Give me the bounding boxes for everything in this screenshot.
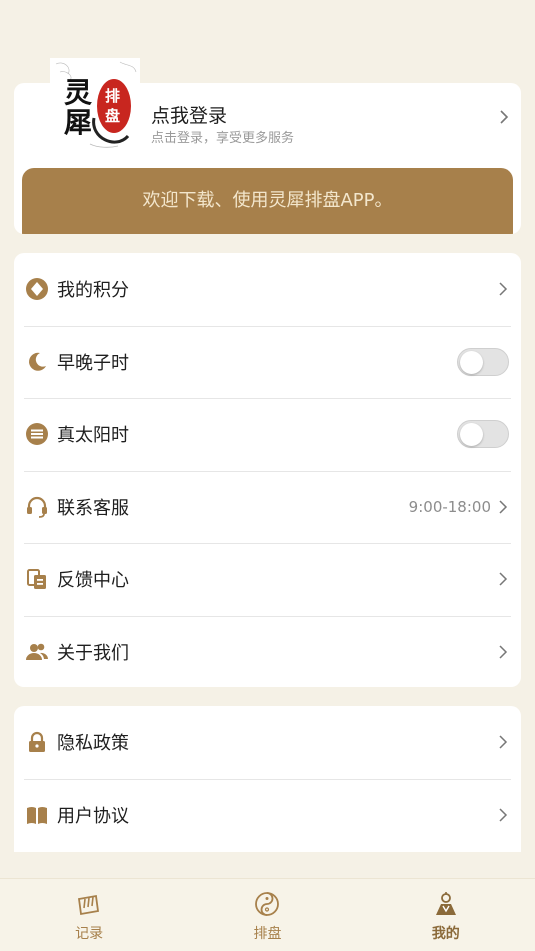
menu-item-early-late-zi: 早晚子时 xyxy=(14,325,521,399)
headset-icon xyxy=(25,495,49,519)
book-icon xyxy=(25,803,49,827)
app-logo[interactable]: 灵 犀 排 盘 xyxy=(50,58,140,150)
menu-label-user-agreement: 用户协议 xyxy=(57,805,129,827)
menu-item-user-agreement[interactable]: 用户协议 xyxy=(14,778,521,852)
menu-label-customer-service: 联系客服 xyxy=(57,497,129,519)
legal-menu: 隐私政策 用户协议 xyxy=(14,706,521,852)
record-icon xyxy=(78,894,100,916)
menu-label-privacy-policy: 隐私政策 xyxy=(57,733,129,755)
menu-item-about-us[interactable]: 关于我们 xyxy=(14,615,521,689)
login-subtitle: 点击登录，享受更多服务 xyxy=(151,131,295,146)
chevron-right-icon xyxy=(499,808,508,822)
tab-mine[interactable]: 我的 xyxy=(357,879,535,951)
welcome-banner: 欢迎下载、使用灵犀排盘APP。 xyxy=(22,168,513,234)
profile-person-icon xyxy=(435,892,456,915)
moon-icon xyxy=(25,350,49,374)
svg-text:盘: 盘 xyxy=(105,107,120,125)
chevron-right-icon xyxy=(499,572,508,586)
chevron-right-icon xyxy=(499,500,508,514)
tab-label-mine: 我的 xyxy=(431,926,460,942)
toggle-knob xyxy=(460,423,483,447)
menu-label-about-us: 关于我们 xyxy=(57,642,129,664)
logo-text-ling: 灵 xyxy=(64,76,92,109)
bottom-tab-bar: 记录 排盘 我的 xyxy=(0,878,535,951)
login-title[interactable]: 点我登录 xyxy=(151,101,227,128)
menu-label-early-late-zi: 早晚子时 xyxy=(57,352,129,374)
true-solar-time-toggle[interactable] xyxy=(457,420,509,449)
tab-label-paipan: 排盘 xyxy=(253,926,282,942)
sun-time-icon xyxy=(25,422,49,446)
chevron-right-icon xyxy=(499,282,508,296)
lock-icon xyxy=(25,730,49,754)
users-icon xyxy=(25,640,49,664)
menu-label-true-solar-time: 真太阳时 xyxy=(57,425,129,447)
service-hours: 9:00-18:00 xyxy=(408,497,491,516)
menu-label-feedback: 反馈中心 xyxy=(57,570,129,592)
tab-records[interactable]: 记录 xyxy=(0,879,178,951)
early-late-zi-toggle[interactable] xyxy=(457,347,509,376)
menu-label-points: 我的积分 xyxy=(57,280,129,302)
taiji-icon xyxy=(255,892,280,916)
menu-item-customer-service[interactable]: 联系客服 9:00-18:00 xyxy=(14,470,521,544)
tab-paipan[interactable]: 排盘 xyxy=(178,879,356,951)
menu-item-privacy-policy[interactable]: 隐私政策 xyxy=(14,706,521,779)
logo-text-xi: 犀 xyxy=(64,106,92,139)
menu-item-points[interactable]: 我的积分 xyxy=(14,253,521,326)
toggle-knob xyxy=(460,350,483,374)
chevron-right-icon xyxy=(499,735,508,749)
tab-label-records: 记录 xyxy=(75,926,104,942)
svg-text:排: 排 xyxy=(105,87,120,105)
settings-menu: 我的积分 早晚子时 真太阳时 联系客服 9:00-18:00 反馈中心 关于我们 xyxy=(14,253,521,687)
menu-item-feedback[interactable]: 反馈中心 xyxy=(14,543,521,616)
chevron-right-icon[interactable] xyxy=(497,110,511,124)
feedback-icon xyxy=(25,567,49,591)
points-diamond-icon xyxy=(25,277,49,301)
chevron-right-icon xyxy=(499,645,508,659)
menu-item-true-solar-time: 真太阳时 xyxy=(14,398,521,471)
